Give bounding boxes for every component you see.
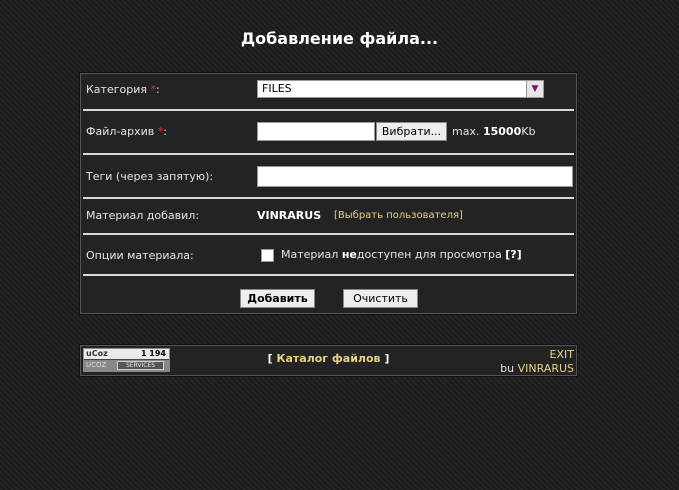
options-row: Опции материала: Материал недоступен для… <box>81 236 576 273</box>
tags-label: Теги (через запятую): <box>86 170 214 183</box>
page-title: Добавление файла... <box>240 29 439 48</box>
byline-user-link[interactable]: VINRARUS <box>518 362 574 375</box>
max-size-info: max. 15000Kb <box>452 125 536 138</box>
reset-button[interactable]: Очистить <box>343 289 418 308</box>
chevron-down-icon[interactable]: ▼ <box>526 81 543 97</box>
category-label: Категория *: <box>86 83 160 96</box>
divider <box>83 274 574 276</box>
exit-link[interactable]: EXIT <box>550 348 574 361</box>
file-path-input[interactable] <box>257 122 375 141</box>
added-by-label: Материал добавил: <box>86 209 200 222</box>
tags-row: Теги (через запятую): <box>81 156 576 196</box>
add-file-form: Категория *: FILES ▼ Файл-архив *: Вибра… <box>79 72 578 315</box>
category-select-value: FILES <box>262 82 292 95</box>
help-link[interactable]: [?] <box>505 248 521 261</box>
tags-input[interactable] <box>257 166 573 187</box>
added-by-row: Материал добавил: VINRARUS [Выбрать поль… <box>81 200 576 233</box>
pick-user-link[interactable]: [Выбрать пользователя] <box>334 210 463 221</box>
byline: bu VINRARUS <box>500 362 574 375</box>
category-row: Категория *: FILES ▼ <box>81 74 576 108</box>
file-label: Файл-архив *: <box>86 125 167 138</box>
unavailable-checkbox[interactable] <box>261 249 274 262</box>
divider <box>83 153 574 155</box>
file-row: Файл-архив *: Вибрати... max. 15000Kb <box>81 112 576 152</box>
unavailable-checkbox-label: Материал недоступен для просмотра [?] <box>281 248 522 261</box>
submit-button[interactable]: Добавить <box>240 289 315 308</box>
category-select[interactable]: FILES ▼ <box>257 80 544 98</box>
divider <box>83 233 574 235</box>
browse-button[interactable]: Вибрати... <box>376 122 447 141</box>
added-by-user: VINRARUS <box>257 209 322 222</box>
catalog-link[interactable]: Каталог файлов <box>276 352 380 365</box>
divider <box>83 109 574 111</box>
divider <box>83 197 574 199</box>
footer: uCoz 1 194 UCOZ SERVICES [ Каталог файло… <box>79 344 578 377</box>
options-label: Опции материала: <box>86 249 194 262</box>
